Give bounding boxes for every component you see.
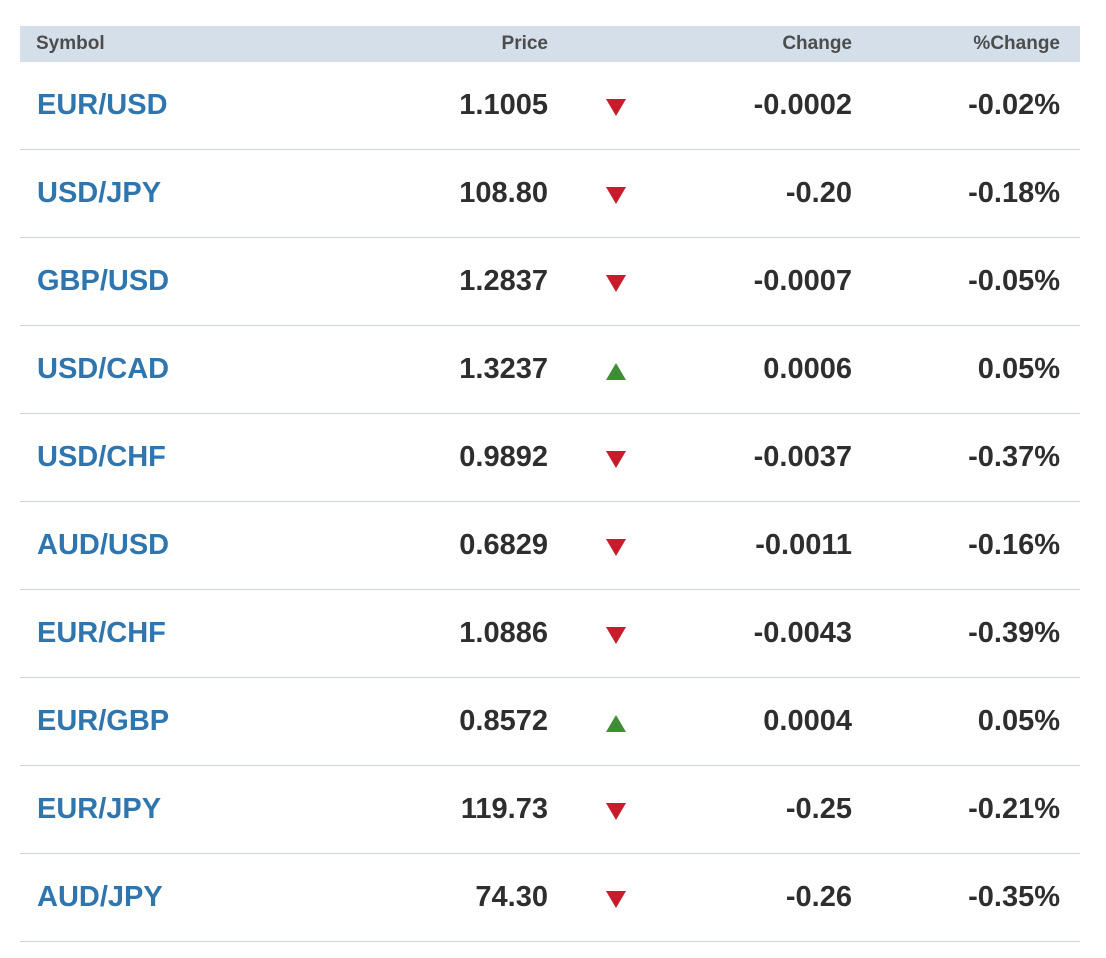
symbol-link[interactable]: USD/CAD [37,353,169,385]
down-arrow-icon [606,627,626,644]
table-row: EUR/GBP 0.8572 0.0004 0.05% [20,678,1080,766]
pct-change-cell: -0.02% [968,89,1060,121]
change-cell: -0.0002 [753,89,852,121]
price-cell: 119.73 [460,793,548,825]
change-column-header[interactable]: Change [684,33,852,55]
down-arrow-icon [606,99,626,116]
pct-change-cell: -0.16% [968,529,1060,561]
symbol-link[interactable]: GBP/USD [37,265,169,297]
down-arrow-icon [606,539,626,556]
table-row: AUD/USD 0.6829 -0.0011 -0.16% [20,502,1080,590]
down-arrow-icon [606,275,626,292]
down-arrow-icon [606,451,626,468]
price-cell: 1.0886 [459,617,548,649]
table-row: USD/CAD 1.3237 0.0006 0.05% [20,326,1080,414]
change-cell: -0.0037 [753,441,852,473]
change-cell: 0.0006 [763,353,852,385]
table-row: EUR/JPY 119.73 -0.25 -0.21% [20,766,1080,854]
symbol-link[interactable]: AUD/USD [37,529,169,561]
change-cell: -0.20 [785,177,852,209]
down-arrow-icon [606,891,626,908]
price-cell: 1.2837 [459,265,548,297]
table-row: GBP/USD 1.2837 -0.0007 -0.05% [20,238,1080,326]
pct-change-cell: 0.05% [977,353,1060,385]
pct-change-column-header[interactable]: %Change [852,33,1060,55]
down-arrow-icon [606,187,626,204]
price-cell: 74.30 [475,881,548,913]
table-row: USD/JPY 108.80 -0.20 -0.18% [20,150,1080,238]
pct-change-cell: 0.05% [977,705,1060,737]
change-cell: -0.0011 [755,529,852,561]
change-cell: -0.0043 [753,617,852,649]
pct-change-cell: -0.37% [968,441,1060,473]
down-arrow-icon [606,803,626,820]
change-cell: -0.26 [785,881,852,913]
price-cell: 0.8572 [459,705,548,737]
price-cell: 108.80 [459,177,548,209]
fx-quotes-table: Symbol Price Change %Change EUR/USD 1.10… [20,26,1080,942]
pct-change-cell: -0.18% [968,177,1060,209]
symbol-link[interactable]: USD/JPY [37,177,161,209]
change-cell: -0.25 [785,793,852,825]
symbol-link[interactable]: EUR/GBP [37,705,169,737]
price-cell: 0.9892 [459,441,548,473]
pct-change-cell: -0.05% [968,265,1060,297]
up-arrow-icon [606,363,626,380]
price-cell: 0.6829 [459,529,548,561]
change-cell: 0.0004 [763,705,852,737]
symbol-link[interactable]: EUR/CHF [37,617,166,649]
symbol-link[interactable]: AUD/JPY [37,881,163,913]
price-cell: 1.3237 [459,353,548,385]
table-row: EUR/CHF 1.0886 -0.0043 -0.39% [20,590,1080,678]
price-cell: 1.1005 [459,89,548,121]
symbol-link[interactable]: USD/CHF [37,441,166,473]
symbol-column-header[interactable]: Symbol [20,33,417,55]
change-cell: -0.0007 [753,265,852,297]
table-row: EUR/USD 1.1005 -0.0002 -0.02% [20,62,1080,150]
table-row: USD/CHF 0.9892 -0.0037 -0.37% [20,414,1080,502]
symbol-link[interactable]: EUR/USD [37,89,168,121]
table-header: Symbol Price Change %Change [20,26,1080,62]
pct-change-cell: -0.21% [968,793,1060,825]
table-row: AUD/JPY 74.30 -0.26 -0.35% [20,854,1080,942]
symbol-link[interactable]: EUR/JPY [37,793,161,825]
pct-change-cell: -0.39% [968,617,1060,649]
pct-change-cell: -0.35% [968,881,1060,913]
price-column-header[interactable]: Price [417,33,548,55]
up-arrow-icon [606,715,626,732]
